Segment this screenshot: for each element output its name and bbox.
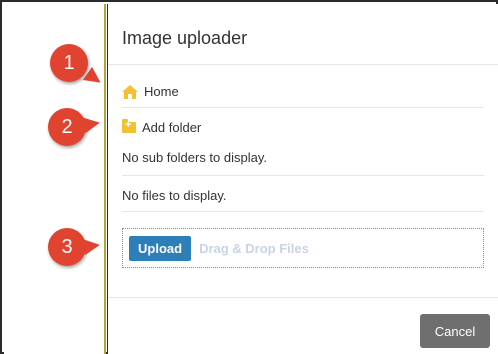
image-uploader-dialog: Image uploader Home + Add folder No sub … (108, 4, 498, 354)
cancel-button[interactable]: Cancel (420, 314, 490, 348)
callout-badge-1: 1 (50, 44, 88, 82)
footer-divider (108, 297, 498, 298)
add-folder-link[interactable]: + Add folder (122, 119, 202, 135)
no-files-message: No files to display. (122, 188, 227, 203)
add-folder-icon: + (122, 119, 136, 133)
divider (122, 175, 484, 176)
home-icon (122, 84, 138, 99)
add-folder-label: Add folder (142, 120, 202, 135)
screenshot-frame: Image uploader Home + Add folder No sub … (0, 0, 498, 354)
title-divider (108, 64, 498, 65)
home-label: Home (144, 84, 179, 99)
panel-divider (104, 4, 106, 354)
callout-arrow-3 (82, 236, 102, 256)
upload-button[interactable]: Upload (129, 235, 192, 261)
callout-badge-3: 3 (48, 228, 86, 266)
drop-zone-label: Drag & Drop Files (199, 240, 309, 256)
no-subfolders-message: No sub folders to display. (122, 150, 267, 165)
home-link[interactable]: Home (122, 84, 179, 99)
dialog-title: Image uploader (122, 28, 248, 48)
callout-arrow-2 (82, 114, 102, 134)
drop-zone[interactable]: Upload Drag & Drop Files (122, 228, 484, 268)
divider (122, 211, 484, 212)
divider (122, 107, 484, 108)
callout-badge-2: 2 (48, 108, 86, 146)
